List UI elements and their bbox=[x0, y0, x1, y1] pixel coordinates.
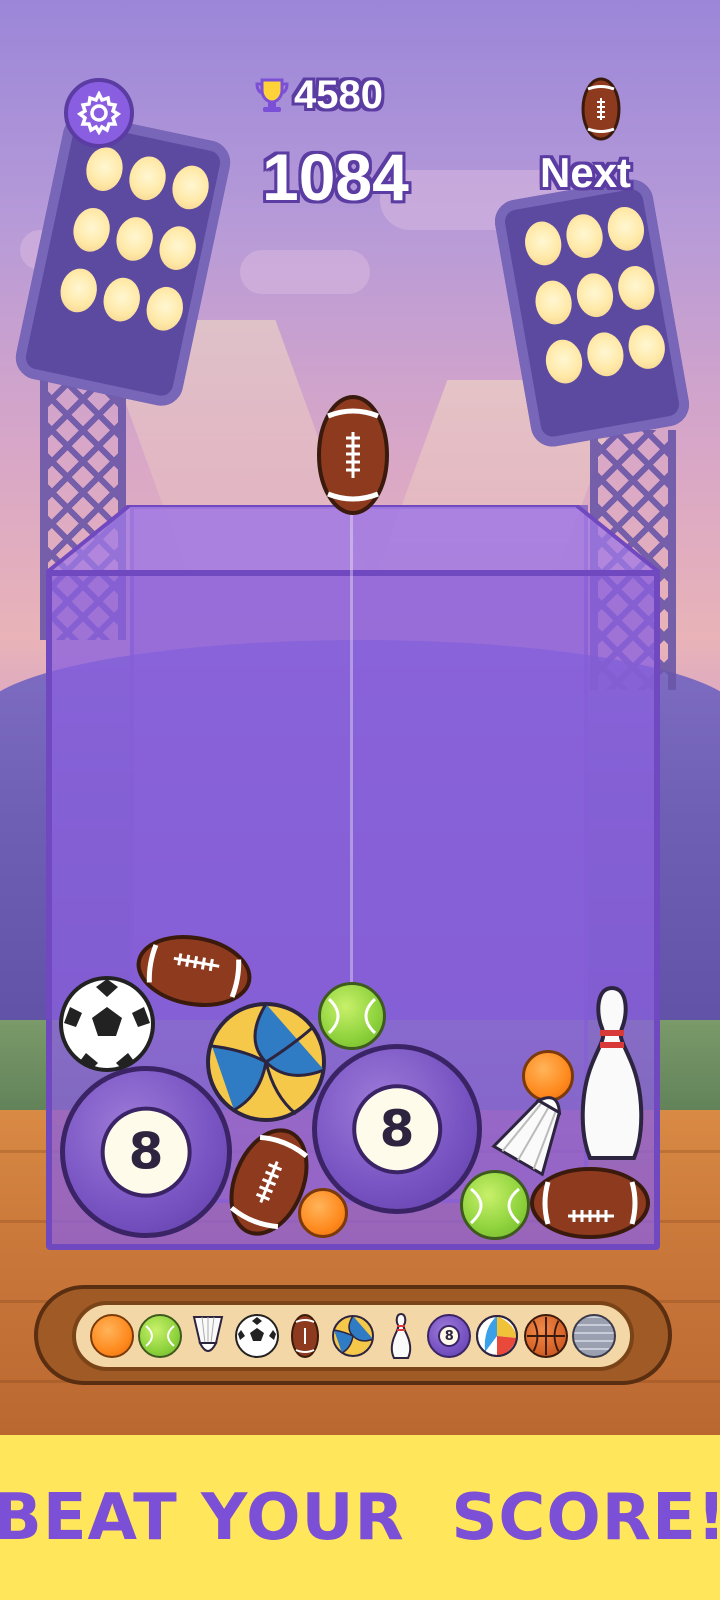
eight-ball-number: 8 bbox=[100, 1106, 192, 1198]
basketball-icon bbox=[523, 1314, 568, 1358]
trophy-icon bbox=[255, 78, 289, 112]
next-label: Next bbox=[540, 149, 632, 196]
shuttlecock-icon bbox=[186, 1314, 230, 1358]
drop-guide-line bbox=[350, 515, 353, 995]
promo-banner: BEAT YOUR SCORE! bbox=[0, 1435, 720, 1600]
eight-ball: 8 bbox=[312, 1044, 482, 1214]
american-football-icon bbox=[530, 1167, 650, 1239]
orange-ball-icon bbox=[298, 1188, 348, 1238]
bowling-pin-icon bbox=[379, 1312, 423, 1359]
orange-ball-icon bbox=[90, 1314, 135, 1358]
cloud bbox=[240, 250, 370, 294]
american-football-icon bbox=[283, 1314, 327, 1358]
gear-icon bbox=[77, 91, 121, 135]
dropper-american-football-icon[interactable] bbox=[316, 394, 390, 516]
volleyball-icon bbox=[331, 1314, 375, 1358]
settings-button[interactable] bbox=[64, 78, 134, 148]
soccer-ball-icon bbox=[234, 1314, 279, 1358]
beach-ball-icon bbox=[475, 1314, 519, 1358]
eight-ball-icon: 8 bbox=[427, 1314, 472, 1358]
tennis-ball-icon bbox=[138, 1314, 183, 1358]
tennis-ball-icon bbox=[460, 1170, 530, 1240]
best-score: 4580 bbox=[294, 73, 383, 117]
next-item-american-football-icon bbox=[581, 77, 621, 141]
disco-ball-icon bbox=[571, 1314, 616, 1358]
eight-ball-number: 8 bbox=[352, 1084, 442, 1174]
ball-progression-tray: 8 bbox=[34, 1285, 672, 1385]
american-football-icon bbox=[136, 935, 252, 1007]
current-score: 1084 bbox=[262, 140, 409, 214]
volleyball-icon bbox=[206, 1002, 326, 1122]
banner-headline: BEAT YOUR SCORE! bbox=[0, 1480, 720, 1555]
american-football-icon bbox=[229, 1128, 309, 1236]
bowling-pin-icon bbox=[580, 985, 644, 1160]
ball-progression-list: 8 bbox=[72, 1301, 634, 1371]
eight-ball-number: 8 bbox=[438, 1325, 461, 1347]
tennis-ball-icon bbox=[318, 982, 386, 1050]
